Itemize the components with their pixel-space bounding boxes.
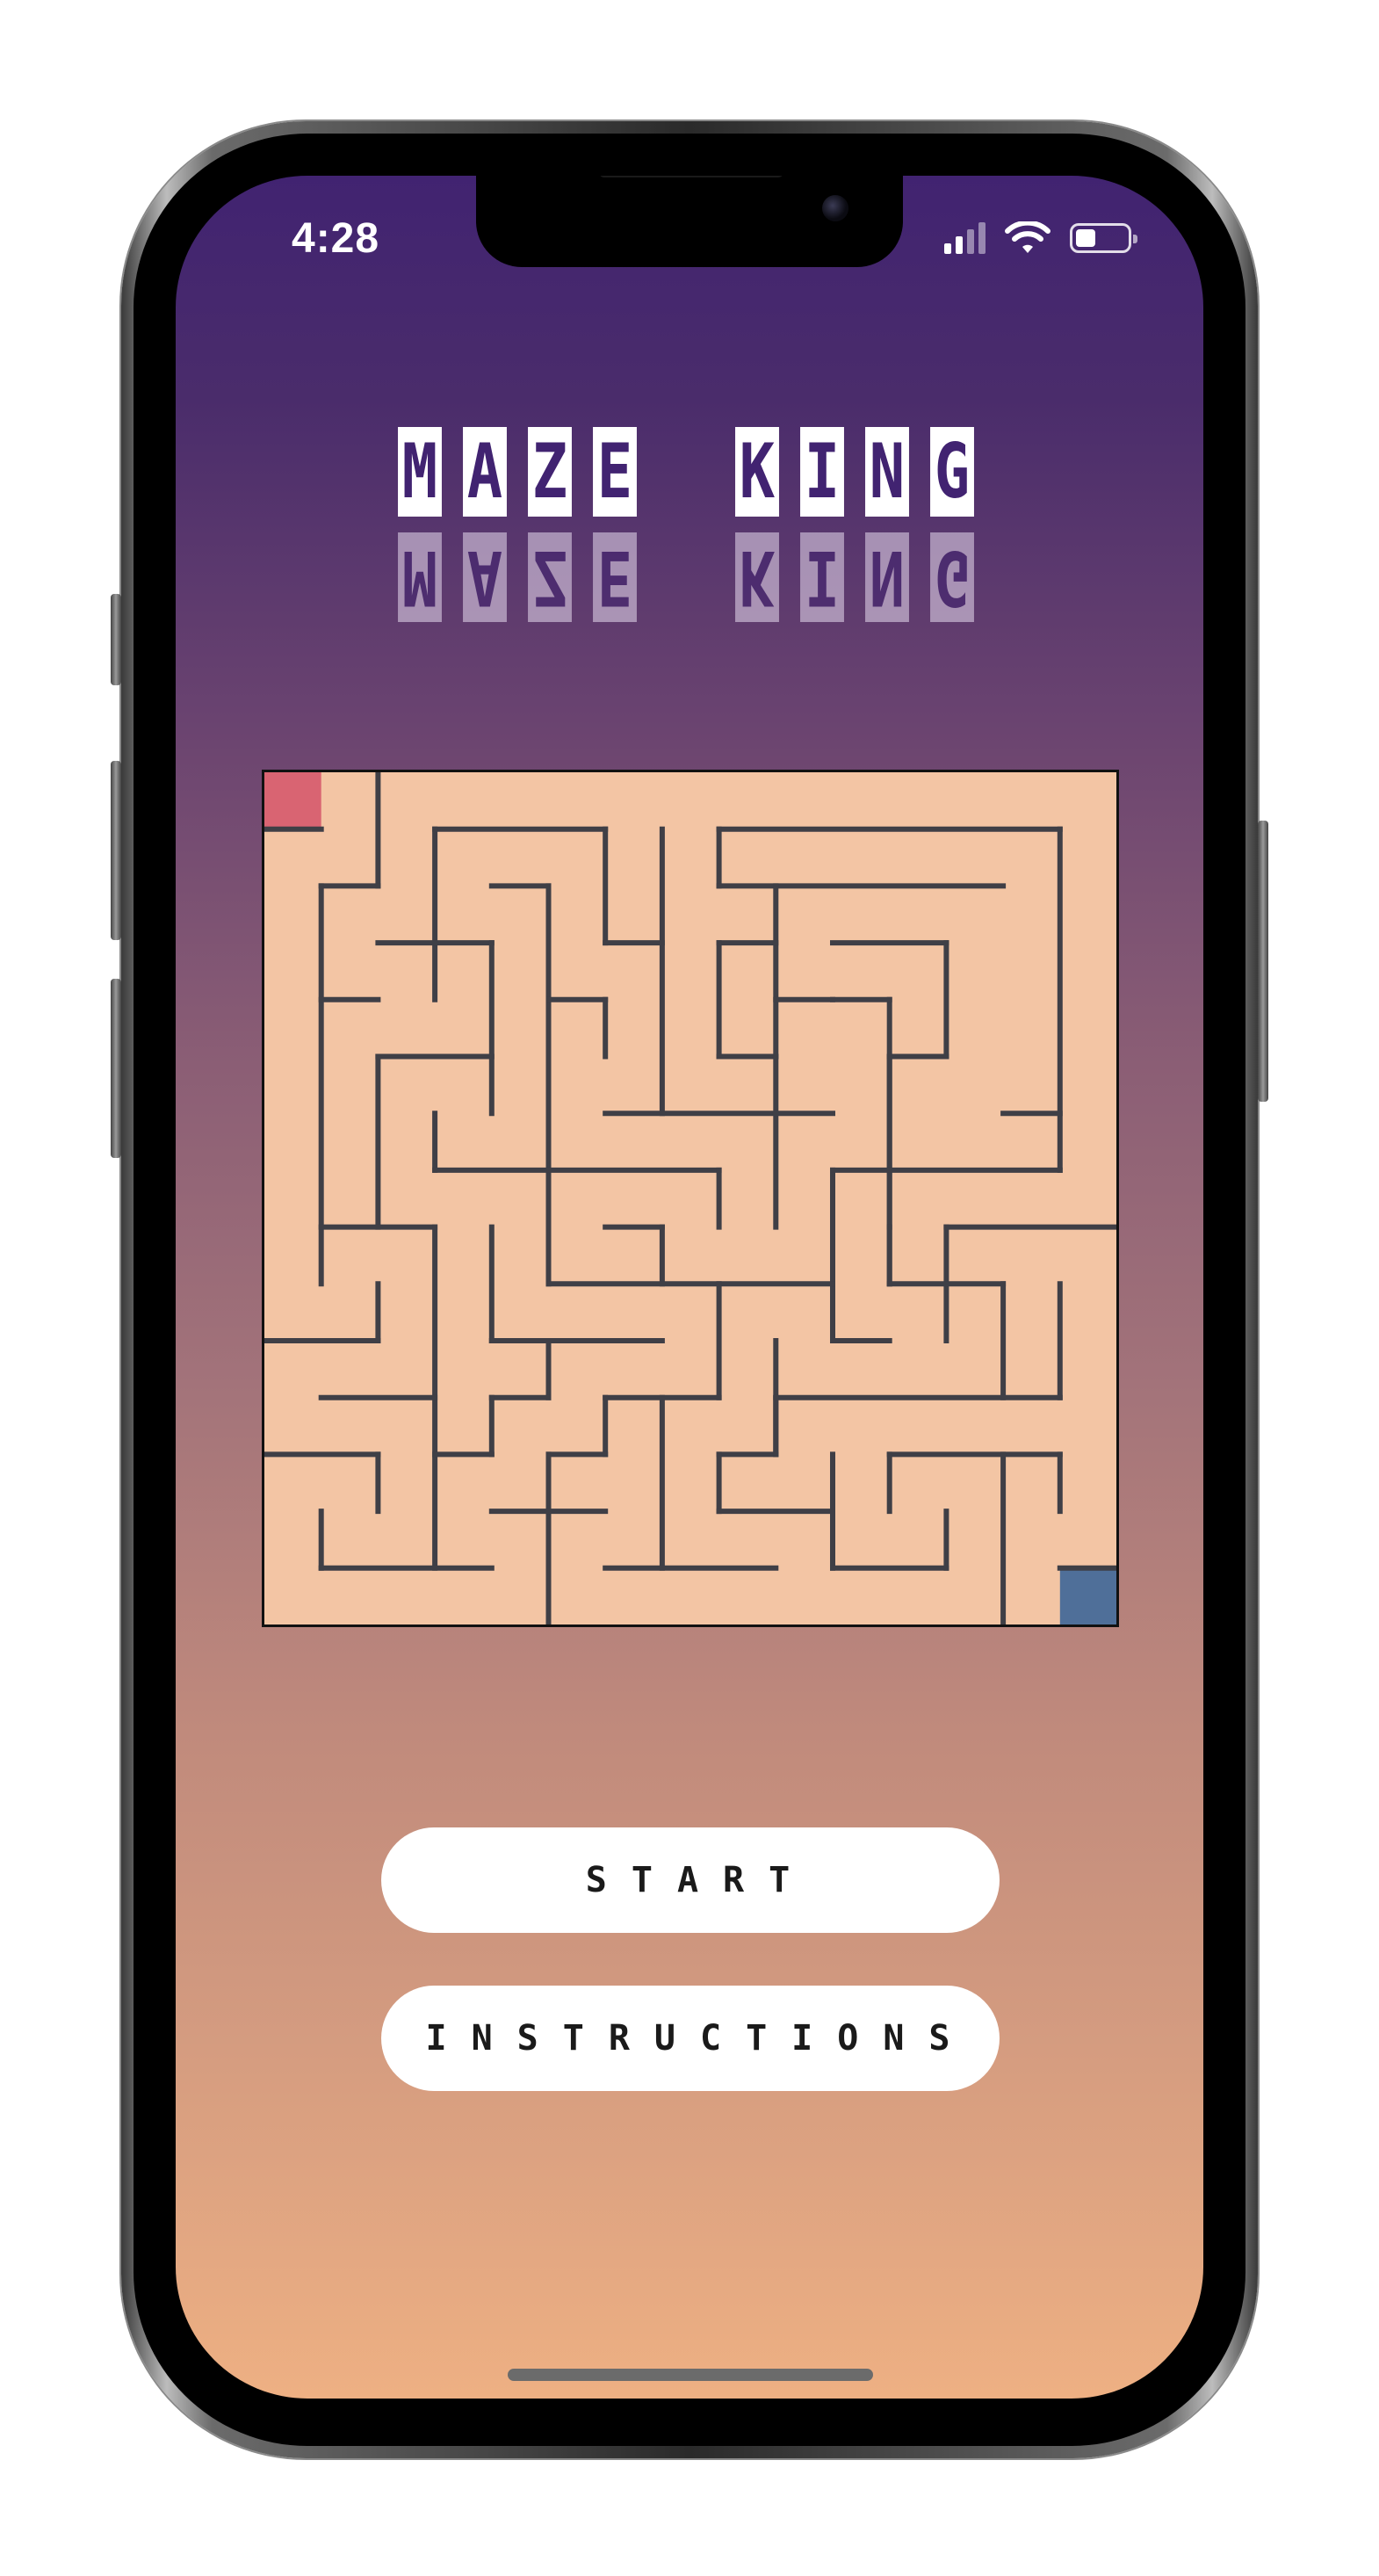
logo-letter: G: [930, 427, 974, 517]
logo-letter: M: [398, 427, 442, 517]
status-time: 4:28: [292, 215, 380, 262]
speaker-grille: [599, 176, 783, 177]
volume-down-button: [111, 979, 121, 1158]
battery-cap: [1133, 235, 1137, 243]
notch: [476, 176, 903, 267]
instructions-button[interactable]: INSTRUCTIONS: [381, 1986, 1000, 2091]
start-button[interactable]: START: [381, 1827, 1000, 1933]
screenshot-stage: 4:28 M A Z E K I N G M A Z E K I N G STA…: [0, 0, 1379, 2576]
wifi-icon: [1005, 221, 1050, 253]
maze-board: [262, 770, 1119, 1627]
volume-up-button: [111, 761, 121, 940]
logo-letter: K: [735, 427, 779, 517]
logo-letter: A: [463, 427, 507, 517]
home-indicator: [508, 2369, 873, 2381]
maze-start-marker: [264, 772, 321, 829]
logo-letter: Z: [528, 427, 572, 517]
battery-icon: [1070, 223, 1137, 253]
logo-reflection: M A Z E K I N G: [392, 532, 989, 622]
app-screen: 4:28 M A Z E K I N G M A Z E K I N G STA…: [176, 176, 1203, 2399]
logo-letter: N: [865, 427, 909, 517]
maze-end-marker: [1059, 1567, 1116, 1624]
silent-switch: [111, 594, 121, 685]
logo-title: M A Z E K I N G: [392, 427, 989, 517]
battery-level: [1076, 229, 1095, 247]
maze-walls: [264, 772, 1116, 1624]
camera-icon: [822, 195, 848, 221]
logo-letter: E: [593, 427, 637, 517]
app-logo: M A Z E K I N G M A Z E K I N G: [392, 427, 989, 622]
signal-icon: [944, 222, 986, 254]
power-button: [1258, 821, 1268, 1102]
logo-letter: I: [800, 427, 844, 517]
status-icons: [944, 221, 1137, 255]
